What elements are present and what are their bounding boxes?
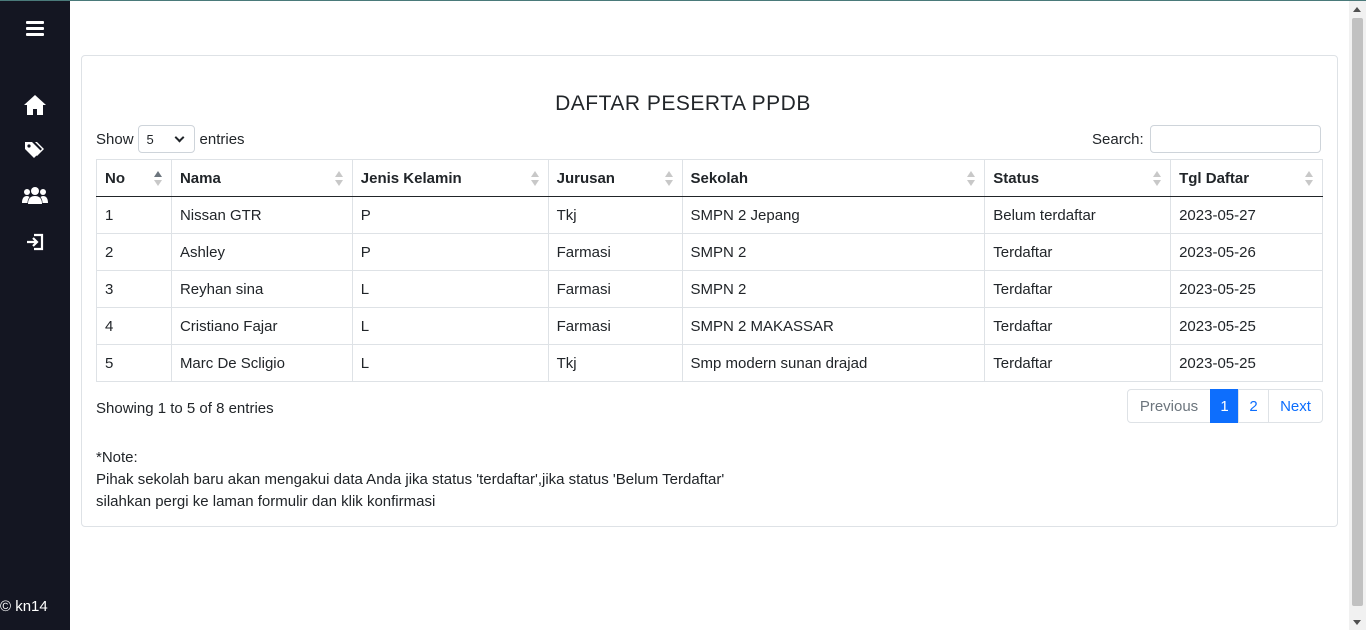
- column-header-tgl-daftar[interactable]: Tgl Daftar: [1170, 159, 1323, 197]
- cell-status: Belum terdaftar: [984, 196, 1172, 234]
- column-header-jenis-kelamin[interactable]: Jenis Kelamin: [351, 159, 549, 197]
- previous-button[interactable]: Previous: [1127, 389, 1211, 423]
- cell-tgl-daftar: 2023-05-27: [1170, 196, 1323, 234]
- cell-status: Terdaftar: [984, 307, 1172, 345]
- entries-length-control: Show 5 entries: [96, 125, 245, 153]
- sort-icon: [530, 171, 539, 187]
- cell-tgl-daftar: 2023-05-25: [1170, 307, 1323, 345]
- sort-icon: [153, 171, 162, 187]
- cell-jenis-kelamin: L: [351, 270, 549, 308]
- cell-nama: Nissan GTR: [170, 196, 353, 234]
- search-control: Search:: [1092, 125, 1321, 153]
- cell-sekolah: SMPN 2: [681, 270, 986, 308]
- cell-status: Terdaftar: [984, 270, 1172, 308]
- cell-sekolah: SMPN 2 Jepang: [681, 196, 986, 234]
- tag-icon[interactable]: [22, 137, 48, 163]
- search-label: Search:: [1092, 130, 1144, 148]
- pagination: Previous 1 2 Next: [1127, 389, 1323, 423]
- page-2-button[interactable]: 2: [1238, 389, 1269, 423]
- table-row: 2 Ashley P Farmasi SMPN 2 Terdaftar 2023…: [96, 233, 1323, 271]
- note-heading: *Note:: [96, 449, 138, 466]
- cell-tgl-daftar: 2023-05-25: [1170, 270, 1323, 308]
- entries-select[interactable]: 5: [137, 125, 195, 153]
- page-title: DAFTAR PESERTA PPDB: [555, 92, 811, 115]
- cell-tgl-daftar: 2023-05-26: [1170, 233, 1323, 271]
- cell-tgl-daftar: 2023-05-25: [1170, 344, 1323, 382]
- table-row: 1 Nissan GTR P Tkj SMPN 2 Jepang Belum t…: [96, 196, 1323, 234]
- cell-jenis-kelamin: L: [351, 344, 549, 382]
- next-button[interactable]: Next: [1268, 389, 1323, 423]
- sort-icon: [1305, 171, 1313, 187]
- cell-status: Terdaftar: [984, 344, 1172, 382]
- table-info: Showing 1 to 5 of 8 entries: [96, 400, 274, 417]
- cell-status: Terdaftar: [984, 233, 1172, 271]
- users-icon[interactable]: [22, 182, 48, 208]
- sort-icon: [967, 171, 976, 187]
- menu-icon[interactable]: [22, 17, 48, 43]
- cell-no: 2: [96, 233, 172, 271]
- cell-nama: Reyhan sina: [170, 270, 353, 308]
- cell-no: 4: [96, 307, 172, 345]
- cell-no: 5: [96, 344, 172, 382]
- show-label: Show: [96, 130, 134, 148]
- scroll-down-arrow-icon[interactable]: [1353, 620, 1361, 625]
- table-row: 3 Reyhan sina L Farmasi SMPN 2 Terdaftar…: [96, 270, 1323, 308]
- column-header-sekolah[interactable]: Sekolah: [681, 159, 986, 197]
- entries-label: entries: [199, 130, 245, 148]
- cell-sekolah: SMPN 2: [681, 233, 986, 271]
- scroll-up-arrow-icon[interactable]: [1353, 7, 1361, 12]
- logout-icon[interactable]: [22, 229, 48, 255]
- participants-table: No Nama Jenis Kelamin Jurusan Sekolah St…: [96, 159, 1323, 382]
- cell-jurusan: Farmasi: [547, 270, 683, 308]
- column-header-no[interactable]: No: [96, 159, 172, 197]
- cell-sekolah: SMPN 2 MAKASSAR: [681, 307, 986, 345]
- column-header-jurusan[interactable]: Jurusan: [547, 159, 683, 197]
- entries-select-value: 5: [146, 131, 154, 147]
- vertical-scrollbar[interactable]: [1349, 1, 1366, 630]
- cell-nama: Cristiano Fajar: [170, 307, 353, 345]
- cell-jenis-kelamin: P: [351, 196, 549, 234]
- search-input[interactable]: [1149, 125, 1321, 153]
- cell-nama: Marc De Scligio: [170, 344, 353, 382]
- cell-no: 3: [96, 270, 172, 308]
- cell-jurusan: Tkj: [547, 196, 683, 234]
- sort-icon: [1153, 171, 1162, 187]
- cell-sekolah: Smp modern sunan drajad: [681, 344, 986, 382]
- note-line-2: silahkan pergi ke laman formulir dan kli…: [96, 493, 436, 510]
- sort-icon: [334, 171, 343, 187]
- chevron-down-icon: [174, 132, 184, 142]
- column-header-status[interactable]: Status: [984, 159, 1172, 197]
- column-header-nama[interactable]: Nama: [170, 159, 353, 197]
- cell-no: 1: [96, 196, 172, 234]
- cell-jenis-kelamin: L: [351, 307, 549, 345]
- copyright-text: © kn14: [0, 598, 48, 615]
- scroll-thumb[interactable]: [1352, 18, 1363, 606]
- page-1-button[interactable]: 1: [1210, 389, 1239, 423]
- top-border: [0, 0, 1366, 1]
- table-row: 5 Marc De Scligio L Tkj Smp modern sunan…: [96, 344, 1323, 382]
- table-row: 4 Cristiano Fajar L Farmasi SMPN 2 MAKAS…: [96, 307, 1323, 345]
- cell-jurusan: Farmasi: [547, 307, 683, 345]
- note-line-1: Pihak sekolah baru akan mengakui data An…: [96, 471, 725, 488]
- cell-jurusan: Farmasi: [547, 233, 683, 271]
- sort-icon: [664, 171, 673, 187]
- cell-nama: Ashley: [170, 233, 353, 271]
- table-header-row: No Nama Jenis Kelamin Jurusan Sekolah St…: [96, 159, 1323, 197]
- note-block: *Note: Pihak sekolah baru akan mengakui …: [96, 447, 724, 513]
- cell-jurusan: Tkj: [547, 344, 683, 382]
- cell-jenis-kelamin: P: [351, 233, 549, 271]
